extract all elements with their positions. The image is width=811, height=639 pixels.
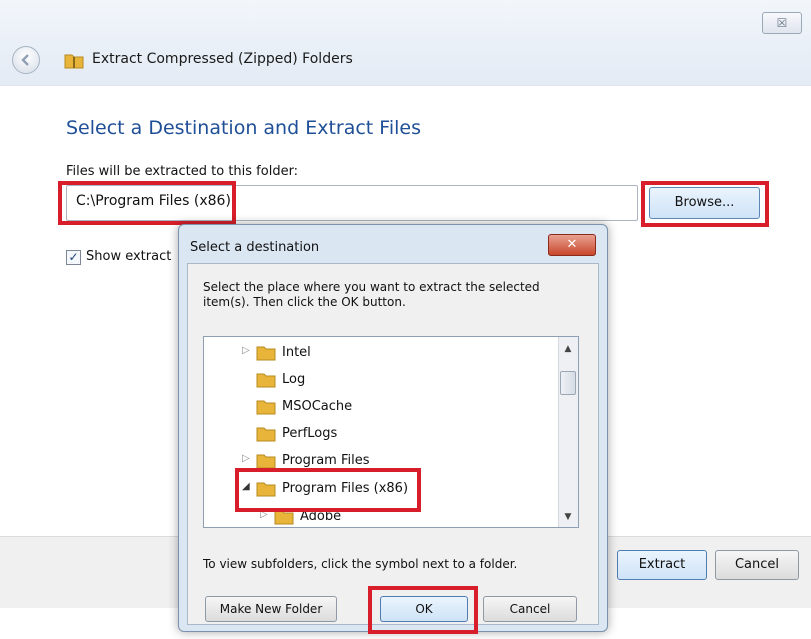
tree-scrollbar[interactable]	[558, 337, 578, 527]
make-new-folder-button[interactable]: Make New Folder	[205, 596, 337, 622]
back-arrow-icon	[21, 54, 29, 66]
window-close-button[interactable]: ☒	[762, 12, 802, 34]
title-bar	[0, 0, 811, 86]
dialog-description: Select the place where you want to extra…	[203, 280, 540, 309]
folder-icon	[256, 346, 276, 361]
dialog-title: Select a destination	[190, 240, 320, 255]
tree-item-label: Log	[282, 372, 306, 387]
selected-folder-highlight-box	[235, 468, 421, 512]
wizard-cancel-button[interactable]: Cancel	[715, 550, 799, 580]
dialog-cancel-button[interactable]: Cancel	[483, 596, 577, 622]
folder-icon	[256, 400, 276, 415]
scrollbar-thumb[interactable]	[560, 371, 576, 395]
show-files-checkbox[interactable]: ✓	[66, 250, 81, 265]
tree-item[interactable]: PerfLogs	[242, 423, 542, 447]
folder-icon	[256, 454, 276, 469]
expand-icon[interactable]: ▷	[242, 453, 254, 464]
destination-label: Files will be extracted to this folder:	[66, 164, 299, 179]
window-title: Extract Compressed (Zipped) Folders	[92, 51, 353, 67]
tree-item-label: Program Files	[282, 453, 370, 468]
tree-item-label: Intel	[282, 345, 311, 360]
page-heading: Select a Destination and Extract Files	[66, 117, 421, 139]
zip-folder-icon	[64, 54, 84, 69]
path-highlight-box	[58, 181, 236, 225]
scroll-up-icon[interactable]: ▲	[560, 341, 576, 357]
folder-icon	[256, 373, 276, 388]
scroll-down-icon[interactable]: ▼	[560, 509, 576, 525]
expand-icon[interactable]: ▷	[242, 345, 254, 356]
ok-highlight-box	[368, 586, 478, 634]
dialog-close-button[interactable]: ✕	[548, 234, 596, 256]
show-files-label: Show extract	[86, 249, 172, 264]
tree-item-label: PerfLogs	[282, 426, 338, 441]
dialog-hint: To view subfolders, click the symbol nex…	[203, 557, 518, 571]
extract-button[interactable]: Extract	[617, 550, 707, 580]
tree-item[interactable]: ▷ Intel	[242, 342, 542, 366]
tree-item-label: MSOCache	[282, 399, 353, 414]
browse-highlight-box	[641, 181, 769, 227]
tree-item[interactable]: Log	[242, 369, 542, 393]
tree-item[interactable]: MSOCache	[242, 396, 542, 420]
folder-icon	[256, 427, 276, 442]
